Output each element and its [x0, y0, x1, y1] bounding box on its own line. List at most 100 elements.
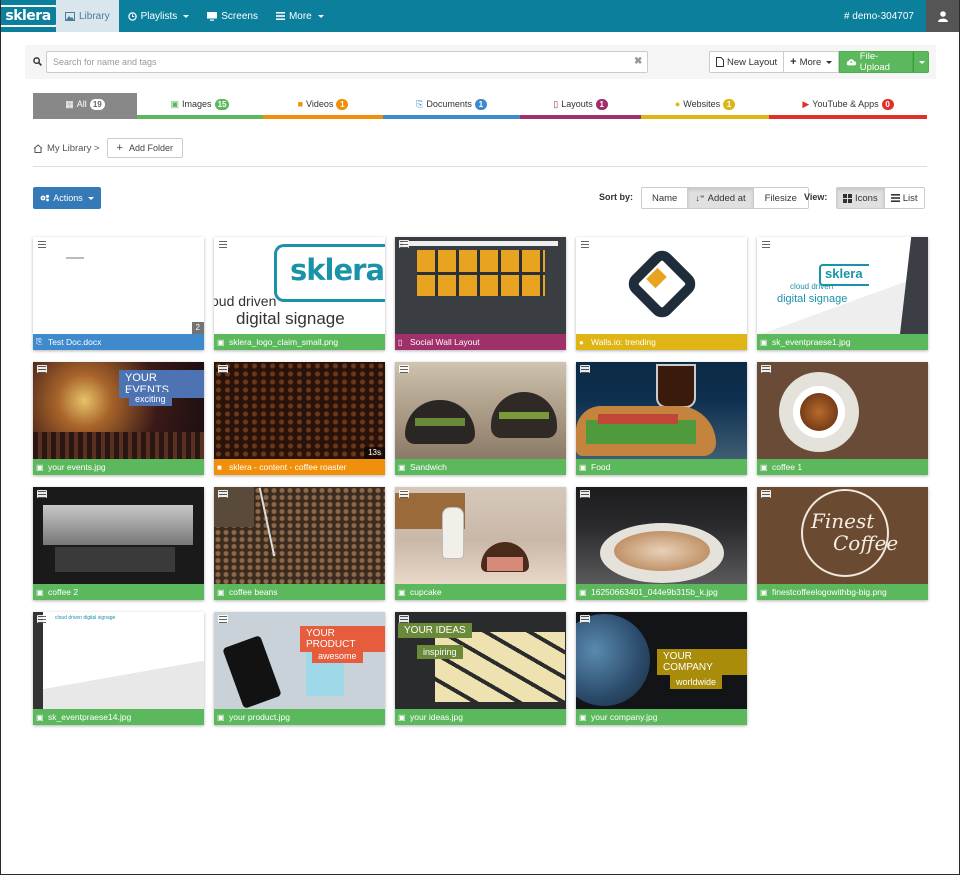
media-label[interactable]: ▣ coffee beans [214, 584, 385, 600]
tab-websites[interactable]: ● Websites 1 [641, 93, 769, 119]
tab-youtube-apps[interactable]: ▶ YouTube & Apps 0 [769, 93, 927, 119]
hamburger-menu-icon[interactable] [37, 490, 47, 498]
media-thumbnail[interactable] [576, 237, 747, 334]
actions-button[interactable]: Actions [33, 187, 101, 209]
media-label[interactable]: ▣ sk_eventpraese14.jpg [33, 709, 204, 725]
media-card[interactable]: sklera cloud driven digital signage ▣ sk… [757, 237, 928, 350]
tab-layouts[interactable]: ▯ Layouts 1 [520, 93, 641, 119]
media-label[interactable]: ▣ 16250663401_044e9b315b_k.jpg [576, 584, 747, 600]
nav-more[interactable]: More [267, 0, 333, 32]
media-thumbnail[interactable] [33, 487, 204, 584]
media-thumbnail[interactable]: sklera cloud driven digital signage [757, 237, 928, 334]
media-card[interactable]: Finest Coffee ▣ finestcoffeelogowithbg-b… [757, 487, 928, 600]
media-card[interactable]: YOUR COMPANY worldwide ▣ your company.jp… [576, 612, 747, 725]
media-thumbnail[interactable] [395, 487, 566, 584]
tab-all[interactable]: ▦ All 19 [33, 93, 137, 119]
media-label[interactable]: ▣ coffee 2 [33, 584, 204, 600]
nav-screens[interactable]: Screens [198, 0, 267, 32]
hamburger-menu-icon[interactable] [37, 240, 47, 248]
media-card[interactable]: ▯ Social Wall Layout [395, 237, 566, 350]
hamburger-menu-icon[interactable] [399, 490, 409, 498]
media-thumbnail[interactable]: 2 [33, 237, 204, 334]
media-label[interactable]: ▣ your ideas.jpg [395, 709, 566, 725]
media-card[interactable]: 2 ⎘ Test Doc.docx [33, 237, 204, 350]
hamburger-menu-icon[interactable] [218, 365, 228, 373]
clear-search-icon[interactable]: ✖ [634, 56, 642, 67]
media-label[interactable]: ▣ your company.jpg [576, 709, 747, 725]
media-thumbnail[interactable]: YOUR COMPANY worldwide [576, 612, 747, 709]
media-label[interactable]: ▣ Sandwich [395, 459, 566, 475]
media-thumbnail[interactable] [757, 362, 928, 459]
hamburger-menu-icon[interactable] [580, 615, 590, 623]
file-upload-button[interactable]: File-Upload [839, 51, 914, 73]
sort-name-button[interactable]: Name [641, 187, 689, 209]
add-folder-button[interactable]: + Add Folder [106, 138, 183, 158]
media-label[interactable]: ■ sklera - content - coffee roaster [214, 459, 385, 475]
media-card[interactable]: ▣ coffee 1 [757, 362, 928, 475]
media-card[interactable]: 13s ■ sklera - content - coffee roaster [214, 362, 385, 475]
breadcrumb-root[interactable]: My Library > [47, 143, 100, 154]
sort-filesize-button[interactable]: Filesize [753, 187, 809, 209]
media-label[interactable]: ▣ coffee 1 [757, 459, 928, 475]
hamburger-menu-icon[interactable] [218, 240, 228, 248]
media-thumbnail[interactable]: YOUR EVENTS exciting [33, 362, 204, 459]
media-card[interactable]: cloud driven digital signage ▣ sk_eventp… [33, 612, 204, 725]
hamburger-menu-icon[interactable] [761, 240, 771, 248]
media-card[interactable]: YOUR IDEAS inspiring ▣ your ideas.jpg [395, 612, 566, 725]
media-thumbnail[interactable] [576, 362, 747, 459]
more-button[interactable]: + More [784, 51, 840, 73]
media-label[interactable]: ▣ Food [576, 459, 747, 475]
media-thumbnail[interactable] [395, 362, 566, 459]
user-menu-button[interactable] [926, 0, 960, 32]
view-icons-button[interactable]: Icons [836, 187, 885, 209]
media-thumbnail[interactable]: YOUR IDEAS inspiring [395, 612, 566, 709]
media-thumbnail[interactable]: Finest Coffee [757, 487, 928, 584]
hamburger-menu-icon[interactable] [37, 365, 47, 373]
media-thumbnail[interactable]: cloud driven digital signage [33, 612, 204, 709]
media-card[interactable]: ▣ coffee beans [214, 487, 385, 600]
media-label[interactable]: ▣ cupcake [395, 584, 566, 600]
tab-documents[interactable]: ⎘ Documents 1 [383, 93, 520, 119]
media-label[interactable]: ▣ sklera_logo_claim_small.png [214, 334, 385, 350]
view-list-button[interactable]: List [884, 187, 925, 209]
media-card[interactable]: ▣ Sandwich [395, 362, 566, 475]
media-card[interactable]: ▣ Food [576, 362, 747, 475]
tab-videos[interactable]: ■ Videos 1 [263, 93, 383, 119]
hamburger-menu-icon[interactable] [761, 490, 771, 498]
media-label[interactable]: ● Walls.io: trending [576, 334, 747, 350]
media-label[interactable]: ▣ finestcoffeelogowithbg-big.png [757, 584, 928, 600]
media-thumbnail[interactable] [576, 487, 747, 584]
media-label[interactable]: ⎘ Test Doc.docx [33, 334, 204, 350]
media-thumbnail[interactable] [214, 487, 385, 584]
media-label[interactable]: ▯ Social Wall Layout [395, 334, 566, 350]
media-card[interactable]: ● Walls.io: trending [576, 237, 747, 350]
hamburger-menu-icon[interactable] [580, 365, 590, 373]
hamburger-menu-icon[interactable] [218, 615, 228, 623]
account-name[interactable]: # demo-304707 [832, 11, 926, 22]
nav-playlists[interactable]: Playlists [119, 0, 199, 32]
media-label[interactable]: ▣ your product.jpg [214, 709, 385, 725]
media-card[interactable]: ▣ coffee 2 [33, 487, 204, 600]
file-upload-dropdown[interactable] [913, 51, 930, 73]
hamburger-menu-icon[interactable] [399, 365, 409, 373]
media-card[interactable]: YOUR PRODUCT awesome ▣ your product.jpg [214, 612, 385, 725]
sort-added-button[interactable]: ↓⁼ Added at [688, 187, 754, 209]
media-card[interactable]: YOUR EVENTS exciting ▣ your events.jpg [33, 362, 204, 475]
media-label[interactable]: ▣ your events.jpg [33, 459, 204, 475]
media-card[interactable]: ▣ 16250663401_044e9b315b_k.jpg [576, 487, 747, 600]
hamburger-menu-icon[interactable] [761, 365, 771, 373]
hamburger-menu-icon[interactable] [218, 490, 228, 498]
hamburger-menu-icon[interactable] [37, 615, 47, 623]
brand-logo[interactable]: sklera [0, 0, 58, 32]
media-thumbnail[interactable] [395, 237, 566, 334]
hamburger-menu-icon[interactable] [399, 615, 409, 623]
media-thumbnail[interactable]: sklera oud driven digital signage [214, 237, 385, 334]
media-card[interactable]: sklera oud driven digital signage ▣ skle… [214, 237, 385, 350]
media-thumbnail[interactable]: YOUR PRODUCT awesome [214, 612, 385, 709]
media-thumbnail[interactable]: 13s [214, 362, 385, 459]
hamburger-menu-icon[interactable] [580, 490, 590, 498]
hamburger-menu-icon[interactable] [580, 240, 590, 248]
nav-library[interactable]: Library [56, 0, 119, 32]
media-label[interactable]: ▣ sk_eventpraese1.jpg [757, 334, 928, 350]
new-layout-button[interactable]: New Layout [709, 51, 785, 73]
